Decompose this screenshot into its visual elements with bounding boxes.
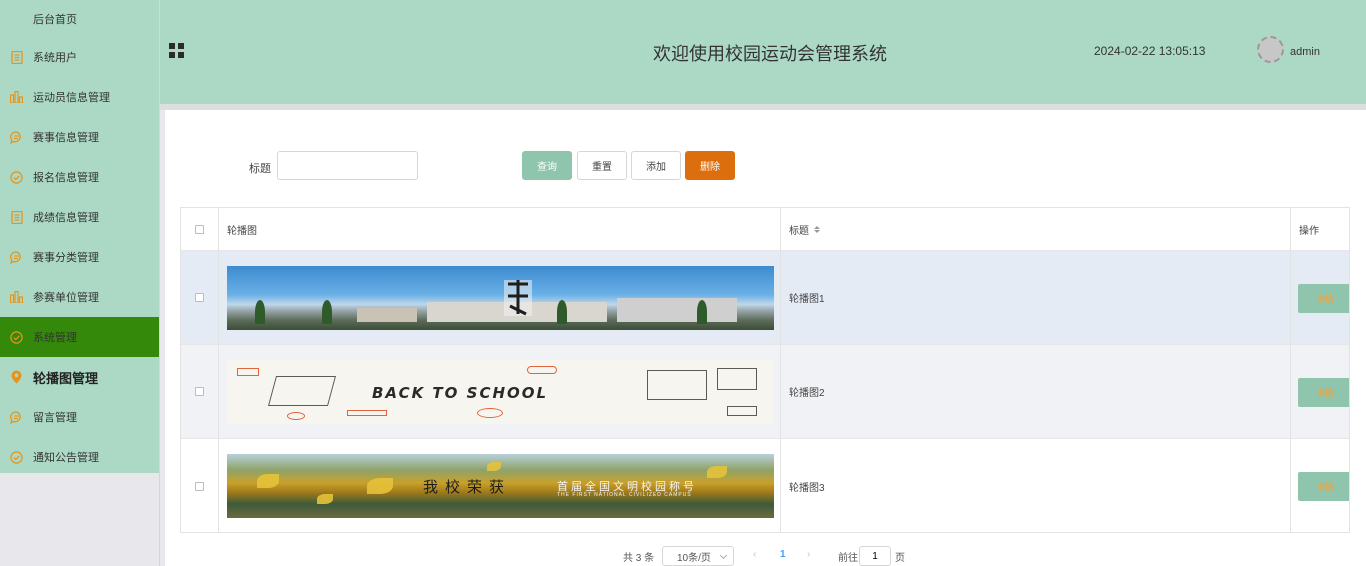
bar-chart-icon [10,291,23,304]
select-all-checkbox[interactable] [195,224,204,234]
search-title-label: 标题 [249,163,271,175]
sidebar-item-label: 通知公告管理 [33,452,99,464]
row-checkbox[interactable] [195,293,204,302]
page-title: 欢迎使用校园运动会管理系统 [653,44,887,64]
page-jump-input[interactable] [859,546,891,566]
row-check-cell [181,439,219,532]
top-header: 欢迎使用校园运动会管理系统 2024-02-22 13:05:13 admin [160,0,1366,104]
delete-button[interactable]: 删除 [685,151,735,180]
page-size-select[interactable]: 10条/页 [662,546,734,566]
page-number-current[interactable]: 1 [780,549,786,560]
page-size-value: 10条/页 [677,552,711,564]
table-header: 轮播图 标题 操作 [181,208,1349,251]
document-icon [10,50,23,64]
sidebar-item-label: 参赛单位管理 [33,292,99,304]
username-label[interactable]: admin [1290,46,1320,58]
sidebar-item-registration[interactable]: 报名信息管理 [0,157,159,197]
row-check-cell [181,251,219,344]
carousel-image-autumn-campus: 我校荣获 首届全国文明校园称号 THE FIRST NATIONAL CIVIL… [227,454,774,518]
sidebar-item-label: 后台首页 [33,13,77,26]
pagination: 共 3 条 10条/页 ‹ 1 › 前往 页 [165,546,1366,566]
select-all-cell [181,208,219,250]
column-header-title-label: 标题 [789,225,809,237]
detail-button[interactable]: 详情 [1298,378,1349,407]
carousel-table: 轮播图 标题 操作 轮播图1 详情 BACK TO SCHOOL 轮播图2 详情… [180,207,1350,533]
sidebar-item-units[interactable]: 参赛单位管理 [0,277,159,317]
table-row: 轮播图1 详情 [181,251,1349,345]
avatar[interactable] [1257,36,1284,63]
row-ops-cell: 详情 [1291,439,1349,532]
table-row: 我校荣获 首届全国文明校园称号 THE FIRST NATIONAL CIVIL… [181,439,1349,532]
sidebar-item-scores[interactable]: 成绩信息管理 [0,197,159,237]
main-panel: 标题 查询 重置 添加 删除 轮播图 标题 操作 轮播图1 详情 BACK TO… [165,110,1366,566]
row-check-cell [181,345,219,438]
sidebar-item-athletes[interactable]: 运动员信息管理 [0,77,159,117]
carousel-image-campus [227,265,774,330]
sidebar-item-label: 留言管理 [33,412,77,424]
back-to-school-text: BACK TO SCHOOL [372,383,549,402]
sidebar-item-events[interactable]: 赛事信息管理 [0,117,159,157]
campus-sculpture-icon [504,279,532,316]
sidebar-background-gap [0,473,159,566]
sidebar-item-label: 系统用户 [33,52,77,64]
menu-grid-icon[interactable] [169,43,184,58]
next-page-icon[interactable]: › [807,549,810,560]
detail-button[interactable]: 详情 [1298,472,1349,501]
check-circle-icon [10,330,23,344]
sidebar-item-label: 运动员信息管理 [33,92,110,104]
sidebar-item-label: 赛事信息管理 [33,132,99,144]
sort-icon[interactable] [814,225,820,233]
search-title-input[interactable] [277,151,418,180]
row-image-cell: BACK TO SCHOOL [219,345,781,438]
carousel-image-back-to-school: BACK TO SCHOOL [227,359,774,424]
column-header-image: 轮播图 [219,208,781,250]
bar-chart-icon [10,91,23,104]
reset-button[interactable]: 重置 [577,151,627,180]
sidebar-item-event-categories[interactable]: 赛事分类管理 [0,237,159,277]
sidebar-item-label: 报名信息管理 [33,172,99,184]
query-button[interactable]: 查询 [522,151,572,180]
check-circle-icon [10,170,23,184]
detail-button[interactable]: 详情 [1298,284,1349,313]
sidebar-item-label: 成绩信息管理 [33,212,99,224]
sidebar-item-carousel[interactable]: 轮播图管理 [0,357,159,397]
chat-icon [10,130,23,144]
chevron-down-icon [719,551,728,560]
column-header-ops: 操作 [1299,225,1319,237]
sidebar-item-system-management[interactable]: 系统管理 [0,317,159,357]
column-header-title[interactable]: 标题 [781,208,1291,250]
sidebar-item-system-users[interactable]: 系统用户 [0,37,159,77]
row-title: 轮播图2 [781,345,1291,438]
prev-page-icon[interactable]: ‹ [753,549,756,560]
location-pin-icon [10,370,23,384]
sidebar-item-messages[interactable]: 留言管理 [0,397,159,437]
add-button[interactable]: 添加 [631,151,681,180]
row-checkbox[interactable] [195,387,204,396]
row-title: 轮播图3 [781,439,1291,532]
row-title: 轮播图1 [781,251,1291,344]
sidebar-item-notices[interactable]: 通知公告管理 [0,437,159,477]
sidebar-item-label: 赛事分类管理 [33,252,99,264]
row-checkbox[interactable] [195,481,204,491]
row-ops-cell: 详情 [1291,345,1349,438]
chat-icon [10,410,23,424]
banner-award-text: 我校荣获 [423,478,512,496]
sidebar: 后台首页 系统用户 运动员信息管理 赛事信息管理 报名信息管理 成绩信息管理 赛… [0,0,159,473]
sidebar-item-home[interactable]: 后台首页 [0,0,159,37]
table-row: BACK TO SCHOOL 轮播图2 详情 [181,345,1349,439]
sidebar-item-label: 系统管理 [33,332,77,344]
goto-label: 前往 [838,553,858,564]
banner-award-english: THE FIRST NATIONAL CIVILIZED CAMPUS [557,492,692,498]
check-circle-icon [10,450,23,464]
row-ops-cell: 详情 [1291,251,1349,344]
row-image-cell: 我校荣获 首届全国文明校园称号 THE FIRST NATIONAL CIVIL… [219,439,781,532]
datetime-display: 2024-02-22 13:05:13 [1094,44,1206,58]
pagination-total: 共 3 条 [623,553,655,564]
document-icon [10,210,23,224]
row-image-cell [219,251,781,344]
page-unit-label: 页 [895,553,905,564]
chat-icon [10,250,23,264]
sidebar-item-label: 轮播图管理 [33,370,99,386]
